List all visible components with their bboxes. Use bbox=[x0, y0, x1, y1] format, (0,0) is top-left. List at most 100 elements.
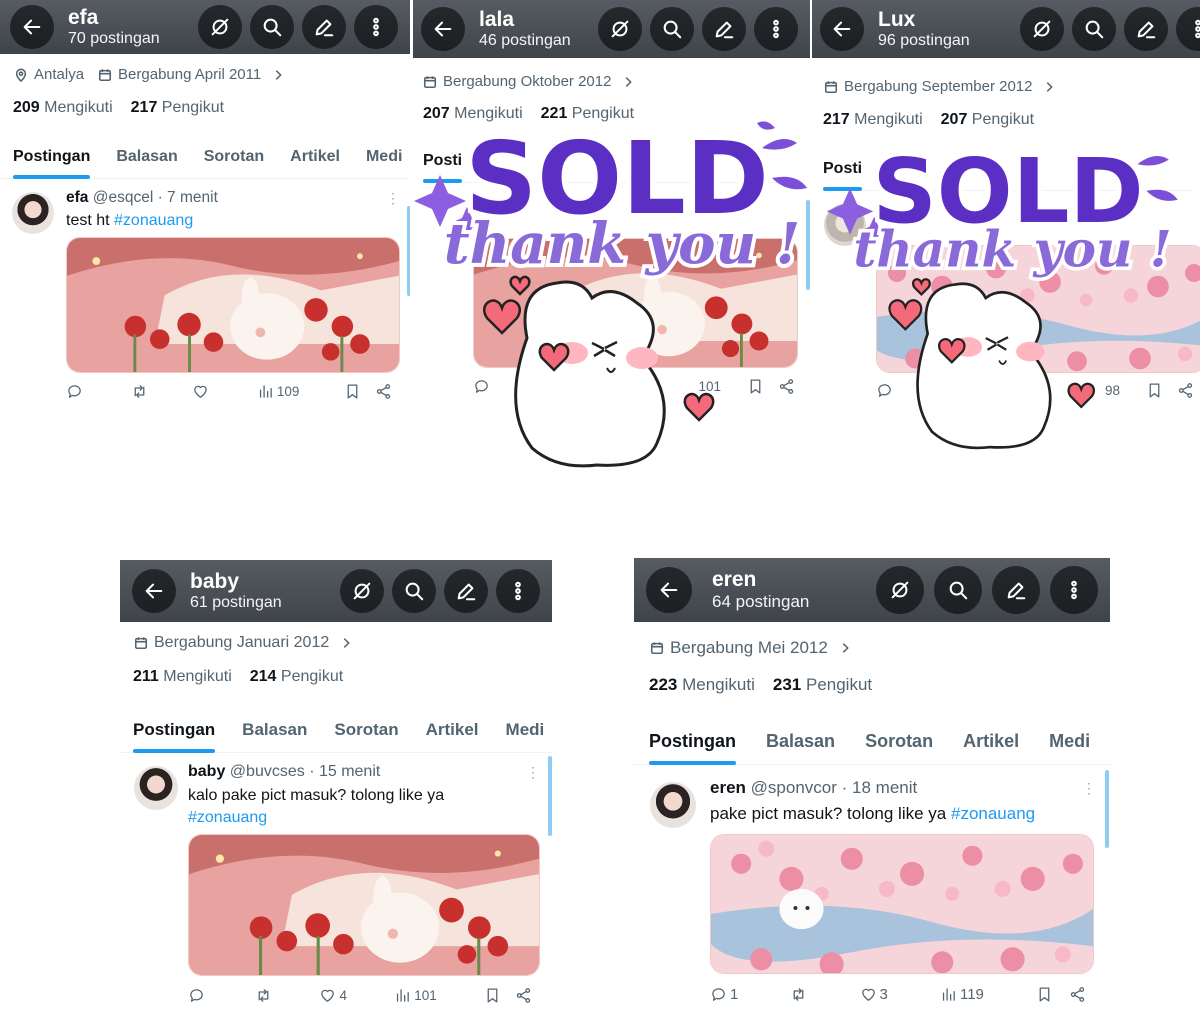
joined-date: Bergabung Oktober 2012 bbox=[443, 73, 612, 90]
following-link[interactable]: 223 Mengikuti bbox=[649, 675, 755, 695]
author-handle[interactable]: @esqcel bbox=[93, 189, 154, 206]
reply-icon bbox=[66, 383, 83, 400]
tab-postingan[interactable]: Postingan bbox=[13, 148, 91, 179]
search-icon[interactable] bbox=[1072, 7, 1116, 51]
following-link[interactable]: 209 Mengikuti bbox=[13, 99, 113, 117]
tab-balasan[interactable]: Balasan bbox=[116, 148, 177, 178]
chevron-right-icon[interactable] bbox=[838, 641, 852, 655]
tab-artikel[interactable]: Artikel bbox=[963, 731, 1019, 764]
scrollbar[interactable] bbox=[407, 206, 410, 296]
profile-header-bar: efa 70 postingan bbox=[0, 0, 410, 54]
tab-balasan[interactable]: Balasan bbox=[766, 731, 835, 764]
post-more-icon[interactable]: ⋮ bbox=[1082, 780, 1096, 797]
followers-link[interactable]: 214 Pengikut bbox=[250, 668, 343, 686]
post-image[interactable] bbox=[188, 834, 540, 976]
reply-button[interactable] bbox=[66, 383, 86, 400]
chevron-right-icon[interactable] bbox=[339, 636, 353, 650]
followers-link[interactable]: 231 Pengikut bbox=[773, 675, 872, 695]
tab-postingan[interactable]: Postingan bbox=[649, 731, 737, 765]
hide-icon[interactable] bbox=[340, 569, 384, 613]
hide-icon[interactable] bbox=[1020, 7, 1064, 51]
chevron-right-icon[interactable] bbox=[621, 75, 635, 89]
like-button[interactable]: 4 bbox=[319, 987, 347, 1004]
search-icon[interactable] bbox=[934, 566, 982, 614]
back-arrow-icon[interactable] bbox=[820, 7, 864, 51]
author-name[interactable]: eren bbox=[710, 778, 746, 797]
tab-sorotan[interactable]: Sorotan bbox=[334, 720, 398, 752]
tab-postingan[interactable]: Postingan bbox=[133, 720, 216, 753]
tab-media[interactable]: Medi bbox=[506, 720, 545, 752]
more-icon[interactable] bbox=[354, 5, 398, 49]
post-actions: 109 bbox=[66, 383, 392, 400]
bookmark-icon[interactable] bbox=[1036, 986, 1053, 1003]
edit-icon[interactable] bbox=[1124, 7, 1168, 51]
edit-icon[interactable] bbox=[702, 7, 746, 51]
tab-sorotan[interactable]: Sorotan bbox=[204, 148, 264, 178]
repost-button[interactable] bbox=[131, 383, 148, 400]
tab-media[interactable]: Medi bbox=[1049, 731, 1090, 764]
chevron-right-icon[interactable] bbox=[1042, 80, 1056, 94]
search-icon[interactable] bbox=[650, 7, 694, 51]
author-name[interactable]: efa bbox=[66, 189, 88, 206]
edit-icon[interactable] bbox=[992, 566, 1040, 614]
chevron-right-icon[interactable] bbox=[271, 68, 285, 82]
hashtag-link[interactable]: #zonauang bbox=[114, 212, 193, 229]
scrollbar[interactable] bbox=[1105, 770, 1109, 848]
like-button[interactable] bbox=[192, 383, 212, 400]
share-icon[interactable] bbox=[515, 987, 532, 1004]
bookmark-icon[interactable] bbox=[484, 987, 501, 1004]
post-item[interactable]: eren @sponvcor · 18 menit ⋮ pake pict ma… bbox=[634, 770, 1110, 1018]
tab-artikel[interactable]: Artikel bbox=[426, 720, 479, 752]
tab-balasan[interactable]: Balasan bbox=[242, 720, 307, 752]
post-item[interactable]: baby @buvcses · 15 menit ⋮ kalo pake pic… bbox=[120, 756, 552, 1018]
edit-icon[interactable] bbox=[302, 5, 346, 49]
back-arrow-icon[interactable] bbox=[646, 567, 692, 613]
followers-link[interactable]: 217 Pengikut bbox=[131, 99, 224, 117]
avatar[interactable] bbox=[134, 766, 178, 810]
author-handle[interactable]: @buvcses bbox=[230, 763, 305, 780]
views-count[interactable]: 109 bbox=[257, 383, 299, 400]
following-link[interactable]: 211 Mengikuti bbox=[133, 668, 232, 686]
author-name[interactable]: baby bbox=[188, 763, 225, 780]
profile-header-bar: baby 61 postingan bbox=[120, 560, 552, 622]
hashtag-link[interactable]: #zonauang bbox=[188, 809, 267, 826]
post-more-icon[interactable]: ⋮ bbox=[386, 190, 400, 207]
hide-icon[interactable] bbox=[598, 7, 642, 51]
edit-icon[interactable] bbox=[444, 569, 488, 613]
share-icon[interactable] bbox=[1069, 986, 1086, 1003]
more-icon[interactable] bbox=[754, 7, 798, 51]
tab-sorotan[interactable]: Sorotan bbox=[865, 731, 933, 764]
more-icon[interactable] bbox=[496, 569, 540, 613]
hashtag-link[interactable]: #zonauang bbox=[951, 804, 1035, 823]
hide-icon[interactable] bbox=[198, 5, 242, 49]
reply-button[interactable] bbox=[188, 987, 208, 1004]
views-count[interactable]: 119 bbox=[940, 986, 984, 1003]
search-icon[interactable] bbox=[392, 569, 436, 613]
back-arrow-icon[interactable] bbox=[10, 5, 54, 49]
profile-tabs: Postingan Balasan Sorotan Artikel Medi bbox=[120, 720, 552, 753]
post-image[interactable] bbox=[66, 237, 400, 373]
profile-name: baby bbox=[190, 569, 240, 593]
tab-artikel[interactable]: Artikel bbox=[290, 148, 340, 178]
repost-button[interactable] bbox=[255, 987, 272, 1004]
hide-icon[interactable] bbox=[876, 566, 924, 614]
author-handle[interactable]: @sponvcor bbox=[751, 778, 837, 797]
scrollbar[interactable] bbox=[548, 756, 552, 836]
bookmark-icon[interactable] bbox=[344, 383, 361, 400]
reply-button[interactable]: 1 bbox=[710, 986, 738, 1003]
share-icon[interactable] bbox=[375, 383, 392, 400]
post-item[interactable]: efa @esqcel · 7 menit ⋮ test ht #zonauan… bbox=[0, 182, 410, 405]
back-arrow-icon[interactable] bbox=[421, 7, 465, 51]
tab-media[interactable]: Medi bbox=[366, 148, 402, 178]
like-button[interactable]: 3 bbox=[860, 986, 888, 1003]
more-icon[interactable] bbox=[1050, 566, 1098, 614]
more-icon[interactable] bbox=[1176, 7, 1200, 51]
repost-button[interactable] bbox=[790, 986, 807, 1003]
avatar[interactable] bbox=[650, 782, 696, 828]
search-icon[interactable] bbox=[250, 5, 294, 49]
avatar[interactable] bbox=[12, 192, 54, 234]
post-more-icon[interactable]: ⋮ bbox=[526, 764, 540, 781]
back-arrow-icon[interactable] bbox=[132, 569, 176, 613]
views-count[interactable]: 101 bbox=[394, 987, 437, 1004]
post-image[interactable] bbox=[710, 834, 1094, 974]
